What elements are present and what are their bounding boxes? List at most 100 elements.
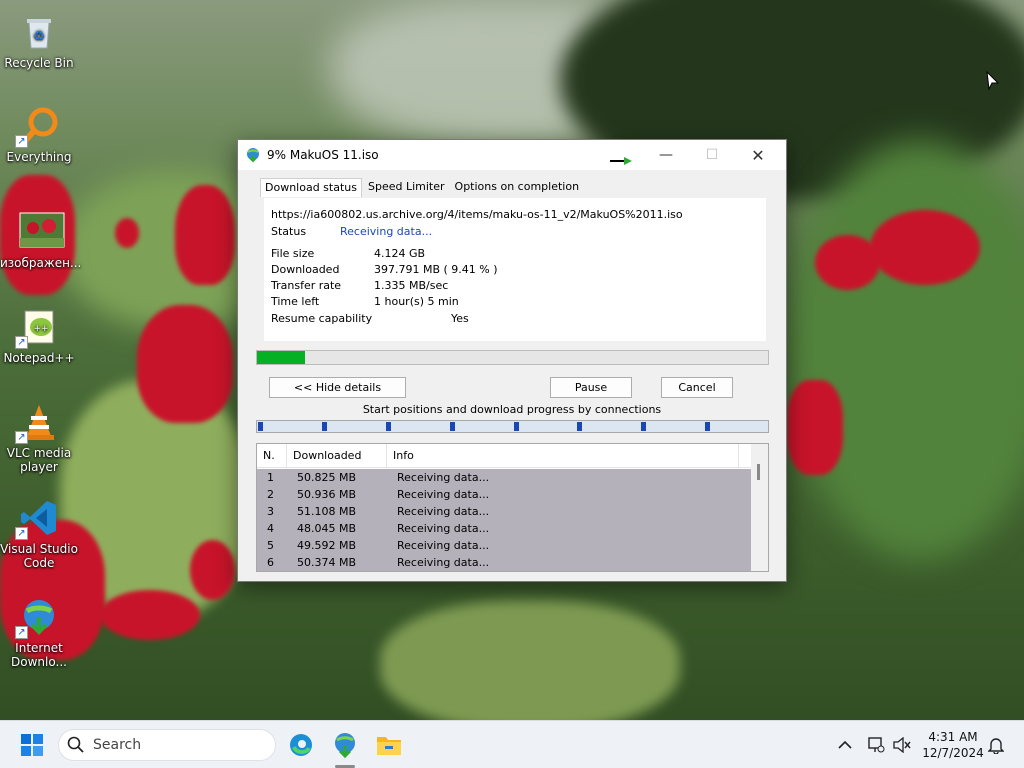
windows-logo-icon	[21, 734, 43, 756]
cell-downloaded: 51.108 MB	[297, 505, 357, 518]
status-row: Status Receiving data...	[271, 225, 432, 238]
connection-segment	[641, 422, 646, 431]
taskbar-search-box[interactable]: Search	[58, 729, 276, 761]
clock-date: 12/7/2024	[922, 746, 984, 760]
desktop-icon-label: Recycle Bin	[4, 56, 74, 70]
notifications-button[interactable]	[980, 729, 1012, 761]
download-url: https://ia600802.us.archive.org/4/items/…	[271, 208, 683, 221]
shortcut-arrow-icon: ↗	[15, 626, 28, 639]
table-scrollbar[interactable]	[751, 444, 768, 571]
column-header-downloaded[interactable]: Downloaded	[287, 444, 387, 467]
cell-n: 2	[267, 488, 274, 501]
show-hidden-icons-button[interactable]	[829, 729, 861, 761]
table-row[interactable]: 3 51.108 MB Receiving data...	[257, 503, 751, 520]
cell-n: 4	[267, 522, 274, 535]
start-button[interactable]	[16, 729, 48, 761]
shortcut-arrow-icon: ↗	[15, 135, 28, 148]
tab-bar: Download status Speed Limiter Options on…	[260, 178, 585, 197]
close-button[interactable]: ✕	[735, 140, 781, 170]
column-header-info[interactable]: Info	[387, 444, 739, 467]
svg-text:++: ++	[33, 324, 48, 334]
desktop-icon-label: Internet Downlo...	[11, 641, 67, 669]
desktop-icon-label: Notepad++	[3, 351, 75, 365]
detail-row-transfer-rate: Transfer rate 1.335 MB/sec	[271, 279, 449, 292]
status-label: Status	[271, 225, 307, 238]
table-row[interactable]: 6 50.374 MB Receiving data...	[257, 554, 751, 571]
download-status-panel: https://ia600802.us.archive.org/4/items/…	[264, 198, 766, 341]
cancel-button[interactable]: Cancel	[661, 377, 733, 398]
minimize-button[interactable]: —	[643, 140, 689, 170]
connection-segment	[577, 422, 582, 431]
cell-info: Receiving data...	[397, 539, 490, 552]
svg-text:♻: ♻	[33, 29, 45, 44]
desktop-icon-label: изображен...	[0, 256, 82, 270]
recycle-bin-icon: ♻	[19, 12, 59, 52]
cell-n: 3	[267, 505, 274, 518]
progress-fill	[257, 351, 306, 364]
search-placeholder: Search	[93, 737, 142, 753]
scrollbar-thumb[interactable]	[757, 464, 760, 480]
desktop-icon-notepadpp[interactable]: ++ ↗ Notepad++	[0, 307, 78, 365]
connections-table[interactable]: N. Downloaded Info 1 50.825 MB Receiving d…	[256, 443, 769, 572]
cell-info: Receiving data...	[397, 505, 490, 518]
window-title: 9% MakuOS 11.iso	[267, 148, 379, 162]
shortcut-arrow-icon: ↗	[15, 336, 28, 349]
desktop-icon-label: Visual Studio Code	[0, 542, 78, 570]
hide-details-button[interactable]: << Hide details	[269, 377, 406, 398]
desktop-icon-label: VLC media player	[6, 446, 72, 474]
detail-row-resume-capability: Resume capability Yes	[271, 312, 469, 325]
taskbar: Search 4:31 AM 12/7/2024	[0, 720, 1024, 768]
detail-row-time-left: Time left 1 hour(s) 5 min	[271, 295, 459, 308]
cell-n: 5	[267, 539, 274, 552]
tab-download-status[interactable]: Download status	[260, 178, 362, 197]
pause-button[interactable]: Pause	[550, 377, 632, 398]
vscode-icon: ↗	[15, 498, 59, 540]
bell-icon	[988, 738, 1004, 754]
status-value: Receiving data...	[340, 225, 433, 238]
desktop-icon-everything[interactable]: ↗ Everything	[0, 106, 78, 164]
magnifier-icon: ↗	[15, 106, 59, 148]
download-progress-window[interactable]: 9% MakuOS 11.iso — ☐ ✕ Download status S…	[237, 139, 787, 582]
cell-n: 1	[267, 471, 274, 484]
maximize-button[interactable]: ☐	[689, 140, 735, 170]
detail-row-downloaded: Downloaded 397.791 MB ( 9.41 % )	[271, 263, 498, 276]
speaker-muted-icon	[893, 737, 911, 753]
connection-segment	[450, 422, 455, 431]
desktop-icon-idm[interactable]: ↗ Internet Downlo...	[0, 597, 78, 669]
edge-icon[interactable]	[285, 729, 317, 761]
desktop-icon-recycle-bin[interactable]: ♻ Recycle Bin	[0, 12, 78, 70]
connections-progress-bar	[256, 420, 769, 433]
download-arrow-icon	[610, 157, 632, 165]
table-row[interactable]: 5 49.592 MB Receiving data...	[257, 537, 751, 554]
table-row[interactable]: 1 50.825 MB Receiving data...	[257, 469, 751, 486]
tab-speed-limiter[interactable]: Speed Limiter	[364, 178, 449, 197]
cell-downloaded: 48.045 MB	[297, 522, 357, 535]
table-row[interactable]: 2 50.936 MB Receiving data...	[257, 486, 751, 503]
mouse-cursor-icon	[986, 71, 1000, 91]
chevron-up-icon	[838, 740, 852, 749]
desktop-icon-image[interactable]: изображен...	[0, 212, 82, 270]
taskbar-clock[interactable]: 4:31 AM 12/7/2024	[920, 729, 986, 761]
notepad-plus-icon: ++ ↗	[15, 307, 59, 349]
cell-downloaded: 50.374 MB	[297, 556, 357, 569]
cell-downloaded: 50.825 MB	[297, 471, 357, 484]
cell-n: 6	[267, 556, 274, 569]
connections-caption: Start positions and download progress by…	[362, 403, 662, 416]
table-row[interactable]: 4 48.045 MB Receiving data...	[257, 520, 751, 537]
file-explorer-icon[interactable]	[373, 729, 405, 761]
cell-info: Receiving data...	[397, 471, 490, 484]
table-body: 1 50.825 MB Receiving data... 2 50.936 MB Rec…	[257, 469, 751, 571]
desktop-icon-vlc[interactable]: ↗ VLC media player	[0, 402, 78, 474]
shortcut-arrow-icon: ↗	[15, 527, 28, 540]
tab-options-on-completion[interactable]: Options on completion	[451, 178, 584, 197]
volume-button[interactable]	[886, 729, 918, 761]
title-bar[interactable]: 9% MakuOS 11.iso — ☐ ✕	[238, 140, 786, 170]
idm-icon[interactable]	[329, 729, 361, 761]
connection-segment	[514, 422, 519, 431]
cell-downloaded: 49.592 MB	[297, 539, 357, 552]
vlc-cone-icon: ↗	[15, 402, 59, 444]
connection-segment	[322, 422, 327, 431]
desktop-icon-vscode[interactable]: ↗ Visual Studio Code	[0, 498, 78, 570]
column-header-n[interactable]: N.	[257, 444, 287, 467]
cell-info: Receiving data...	[397, 522, 490, 535]
